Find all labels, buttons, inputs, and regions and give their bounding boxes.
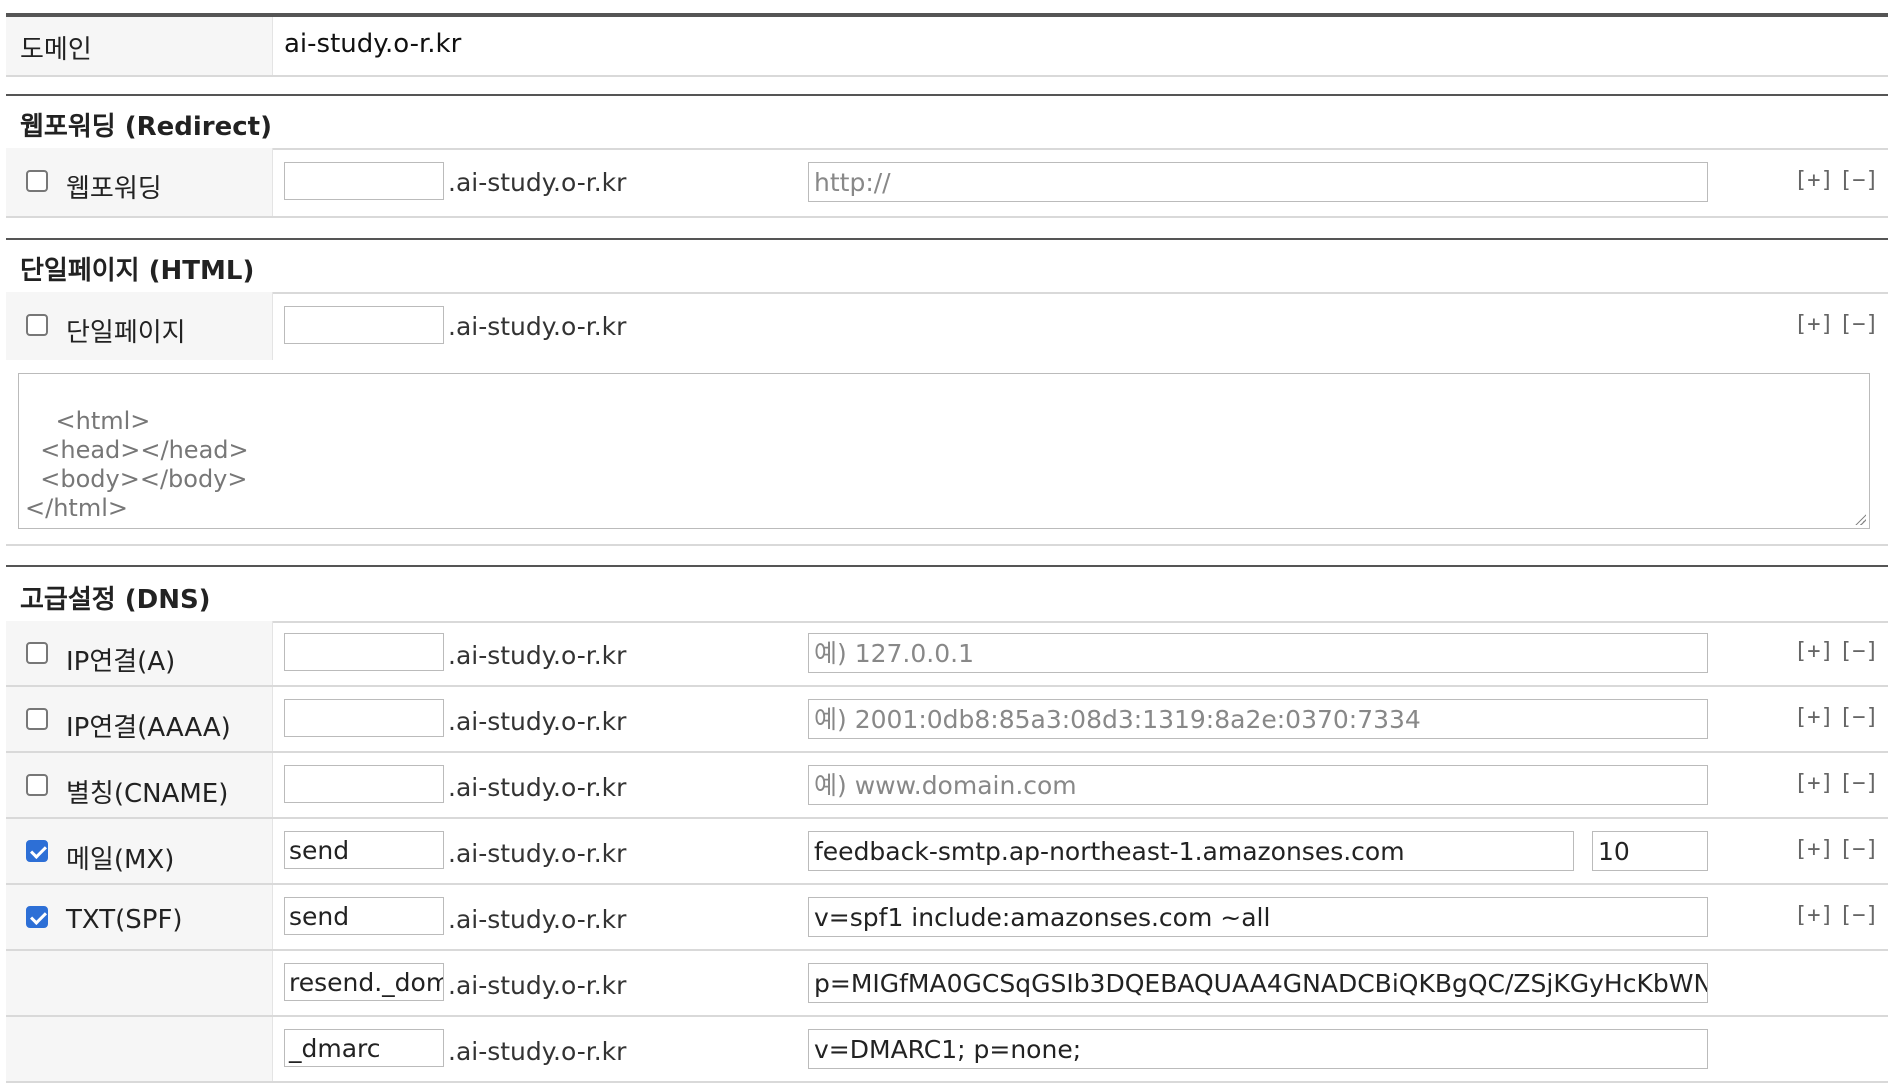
dns-txt-checkbox[interactable]: [26, 906, 48, 928]
domain-settings-form: 도메인 ai-study.o-r.kr 웹포워딩 (Redirect) 웹포워딩…: [0, 0, 1888, 1084]
dns-mx-row: 메일(MX) send .ai-study.o-r.kr feedback-sm…: [6, 819, 1888, 885]
domain-suffix: .ai-study.o-r.kr: [448, 312, 627, 341]
domain-suffix: .ai-study.o-r.kr: [448, 168, 627, 197]
dns-cname-checkbox[interactable]: [26, 774, 48, 796]
dns-txt-label-cell-empty: [6, 951, 273, 1015]
single-page-subdomain-input[interactable]: [284, 306, 444, 344]
resize-grip-icon[interactable]: [1854, 513, 1866, 525]
redirect-section-title: 웹포워딩 (Redirect): [20, 112, 272, 142]
dns-txt-subdomain-input[interactable]: send: [284, 897, 444, 935]
dns-mx-value-input[interactable]: feedback-smtp.ap-northeast-1.amazonses.c…: [808, 831, 1574, 871]
dns-cname-subdomain-input[interactable]: [284, 765, 444, 803]
dns-txt-subdomain-input[interactable]: resend._domainkey: [284, 963, 444, 1001]
dns-txt-label-cell: TXT(SPF): [6, 885, 273, 949]
domain-suffix: .ai-study.o-r.kr: [448, 905, 627, 934]
redirect-checkbox[interactable]: [26, 170, 48, 192]
dns-aaaa-checkbox[interactable]: [26, 708, 48, 730]
dns-txt-row: _dmarc .ai-study.o-r.kr v=DMARC1; p=none…: [6, 1017, 1888, 1083]
dns-aaaa-label-cell: IP연결(AAAA): [6, 687, 273, 751]
redirect-subdomain-input[interactable]: [284, 162, 444, 200]
single-page-checkbox[interactable]: [26, 314, 48, 336]
dns-mx-subdomain-input[interactable]: send: [284, 831, 444, 869]
dns-aaaa-add-button[interactable]: [+]: [1794, 705, 1834, 730]
dns-cname-remove-button[interactable]: [−]: [1839, 771, 1879, 796]
dns-cname-add-button[interactable]: [+]: [1794, 771, 1834, 796]
domain-row: 도메인 ai-study.o-r.kr: [6, 17, 1888, 77]
dns-txt-label-cell-empty: [6, 1017, 273, 1081]
dns-cname-label: 별칭(CNAME): [66, 779, 229, 809]
dns-mx-priority-input[interactable]: 10: [1592, 831, 1708, 871]
dns-txt-value-input[interactable]: p=MIGfMA0GCSqGSIb3DQEBAQUAA4GNADCBiQKBgQ…: [808, 963, 1708, 1003]
dns-mx-remove-button[interactable]: [−]: [1839, 837, 1879, 862]
dns-txt-value-input[interactable]: v=spf1 include:amazonses.com ~all: [808, 897, 1708, 937]
dns-cname-label-cell: 별칭(CNAME): [6, 753, 273, 817]
redirect-label-cell: 웹포워딩: [6, 148, 273, 216]
dns-a-checkbox[interactable]: [26, 642, 48, 664]
dns-a-label: IP연결(A): [66, 647, 176, 677]
dns-aaaa-subdomain-input[interactable]: [284, 699, 444, 737]
dns-a-subdomain-input[interactable]: [284, 633, 444, 671]
html-editor-placeholder: <html> <head></head> <body></body> </htm…: [25, 407, 249, 522]
domain-label-cell: 도메인: [6, 17, 273, 75]
dns-txt-add-button[interactable]: [+]: [1794, 903, 1834, 928]
redirect-url-input[interactable]: http://: [808, 162, 1708, 202]
domain-label: 도메인: [20, 35, 92, 65]
dns-mx-add-button[interactable]: [+]: [1794, 837, 1834, 862]
dns-a-value-input[interactable]: 예) 127.0.0.1: [808, 633, 1708, 673]
dns-txt-subdomain-input[interactable]: _dmarc: [284, 1029, 444, 1067]
redirect-row: 웹포워딩 .ai-study.o-r.kr http:// [+] [−]: [6, 148, 1888, 218]
single-page-label-cell: 단일페이지: [6, 292, 273, 360]
dns-a-row: IP연결(A) .ai-study.o-r.kr 예) 127.0.0.1 [+…: [6, 621, 1888, 687]
dns-txt-row: resend._domainkey .ai-study.o-r.kr p=MIG…: [6, 951, 1888, 1017]
dns-mx-checkbox[interactable]: [26, 840, 48, 862]
dns-txt-remove-button[interactable]: [−]: [1839, 903, 1879, 928]
domain-suffix: .ai-study.o-r.kr: [448, 773, 627, 802]
domain-value: ai-study.o-r.kr: [284, 29, 462, 59]
dns-aaaa-label: IP연결(AAAA): [66, 713, 231, 743]
dns-mx-label: 메일(MX): [66, 845, 175, 875]
dns-txt-row: TXT(SPF) send .ai-study.o-r.kr v=spf1 in…: [6, 885, 1888, 951]
dns-txt-label: TXT(SPF): [66, 905, 183, 935]
domain-suffix: .ai-study.o-r.kr: [448, 839, 627, 868]
domain-suffix: .ai-study.o-r.kr: [448, 1037, 627, 1066]
dns-aaaa-remove-button[interactable]: [−]: [1839, 705, 1879, 730]
dns-a-label-cell: IP연결(A): [6, 621, 273, 685]
dns-cname-value-input[interactable]: 예) www.domain.com: [808, 765, 1708, 805]
domain-suffix: .ai-study.o-r.kr: [448, 641, 627, 670]
redirect-section-header: 웹포워딩 (Redirect): [6, 94, 1888, 150]
single-page-section-title: 단일페이지 (HTML): [20, 256, 255, 286]
dns-a-add-button[interactable]: [+]: [1794, 639, 1834, 664]
dns-aaaa-row: IP연결(AAAA) .ai-study.o-r.kr 예) 2001:0db8…: [6, 687, 1888, 753]
redirect-add-button[interactable]: [+]: [1794, 168, 1834, 193]
dns-mx-label-cell: 메일(MX): [6, 819, 273, 883]
domain-suffix: .ai-study.o-r.kr: [448, 971, 627, 1000]
single-page-section-header: 단일페이지 (HTML): [6, 238, 1888, 294]
dns-cname-row: 별칭(CNAME) .ai-study.o-r.kr 예) www.domain…: [6, 753, 1888, 819]
single-page-remove-button[interactable]: [−]: [1839, 312, 1879, 337]
single-page-add-button[interactable]: [+]: [1794, 312, 1834, 337]
dns-section-header: 고급설정 (DNS): [6, 565, 1888, 623]
dns-section-title: 고급설정 (DNS): [20, 585, 211, 615]
single-page-label: 단일페이지: [66, 318, 186, 348]
domain-suffix: .ai-study.o-r.kr: [448, 707, 627, 736]
single-page-row: 단일페이지 .ai-study.o-r.kr [+] [−]: [6, 292, 1888, 360]
html-editor-textarea[interactable]: <html> <head></head> <body></body> </htm…: [18, 373, 1870, 529]
dns-a-remove-button[interactable]: [−]: [1839, 639, 1879, 664]
redirect-remove-button[interactable]: [−]: [1839, 168, 1879, 193]
dns-aaaa-value-input[interactable]: 예) 2001:0db8:85a3:08d3:1319:8a2e:0370:73…: [808, 699, 1708, 739]
dns-txt-value-input[interactable]: v=DMARC1; p=none;: [808, 1029, 1708, 1069]
redirect-label: 웹포워딩: [66, 174, 162, 204]
